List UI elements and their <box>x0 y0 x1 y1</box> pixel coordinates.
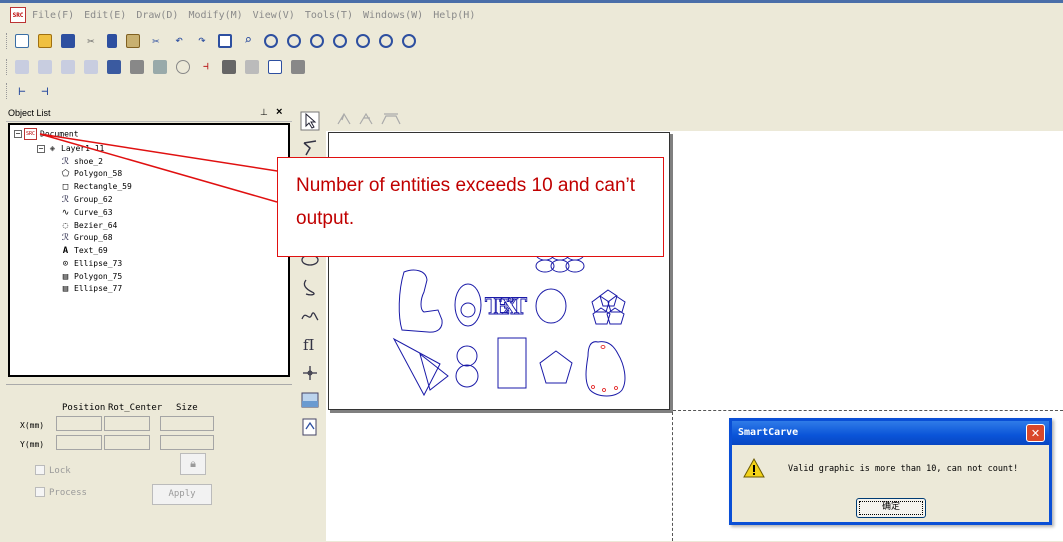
warning-dialog: SmartCarve ✕ Valid graphic is more than … <box>729 418 1052 525</box>
y-label: Y(mm) <box>20 440 45 449</box>
rot-center-x-field[interactable] <box>104 416 150 431</box>
pentagon-shape[interactable] <box>539 350 573 384</box>
lock-label: Lock <box>49 466 71 476</box>
dialog-title: SmartCarve <box>738 427 799 438</box>
text-tool-icon[interactable]: fI <box>300 334 320 354</box>
properties-panel: Position Rot_Center Size X(mm) Y(mm) Loc… <box>6 384 292 542</box>
curve-tool-icon[interactable] <box>300 306 320 326</box>
size-x-field[interactable] <box>160 416 214 431</box>
x-label: X(mm) <box>20 421 45 430</box>
crosshair-icon[interactable] <box>300 363 320 383</box>
annotation-text: Number of entities exceeds 10 and can’t … <box>296 175 636 229</box>
dialog-message: Valid graphic is more than 10, can not c… <box>788 464 1019 474</box>
file-icon: ▤ <box>62 271 69 282</box>
page-boundary-horizontal <box>673 410 1063 411</box>
rot-center-header: Rot_Center <box>108 403 163 413</box>
circle-shape[interactable] <box>535 288 567 324</box>
image-tool-icon[interactable] <box>300 390 320 410</box>
process-checkbox[interactable] <box>35 487 45 497</box>
position-x-field[interactable] <box>56 416 102 431</box>
bezier-tool-icon[interactable] <box>300 277 320 297</box>
curve-shape[interactable] <box>398 269 443 333</box>
lock-button[interactable]: 🔒︎ <box>180 453 206 475</box>
tree-item-polygon-75[interactable]: ▤ Polygon_75 <box>60 271 122 282</box>
size-y-field[interactable] <box>160 435 214 450</box>
dialog-close-button[interactable]: ✕ <box>1026 424 1045 442</box>
apply-button[interactable]: Apply <box>152 484 212 505</box>
import-tool-icon[interactable] <box>300 417 320 437</box>
text-shape[interactable]: TEXT <box>485 294 529 321</box>
rectangle-shape[interactable] <box>497 337 527 389</box>
ok-button[interactable]: 确定 <box>856 498 926 518</box>
svg-text:fI: fI <box>303 336 315 354</box>
process-label: Process <box>49 488 87 498</box>
dialog-titlebar[interactable]: SmartCarve ✕ <box>732 421 1049 445</box>
tree-item-label: Ellipse_73 <box>74 259 123 268</box>
lock-checkbox[interactable] <box>35 465 45 475</box>
tree-item-label: Ellipse_77 <box>74 284 123 293</box>
size-header: Size <box>176 403 198 413</box>
tree-item-label: Polygon_75 <box>74 272 123 281</box>
warning-icon <box>743 457 765 478</box>
lock-icon: 🔒︎ <box>190 457 196 470</box>
file-icon: ▤ <box>62 283 69 294</box>
ellipse-shape[interactable] <box>454 283 482 327</box>
circles-shape[interactable] <box>455 345 479 388</box>
sheet-shadow <box>330 410 673 413</box>
position-header: Position <box>62 403 106 413</box>
group-triangles-shape[interactable] <box>392 337 449 397</box>
rot-center-y-field[interactable] <box>104 435 150 450</box>
polygon-group-shape[interactable] <box>591 289 626 325</box>
tree-item-ellipse-77[interactable]: ▤ Ellipse_77 <box>60 283 122 294</box>
page-boundary-vertical <box>672 412 673 541</box>
position-y-field[interactable] <box>56 435 102 450</box>
ellipse-icon: ⊙ <box>62 258 69 269</box>
